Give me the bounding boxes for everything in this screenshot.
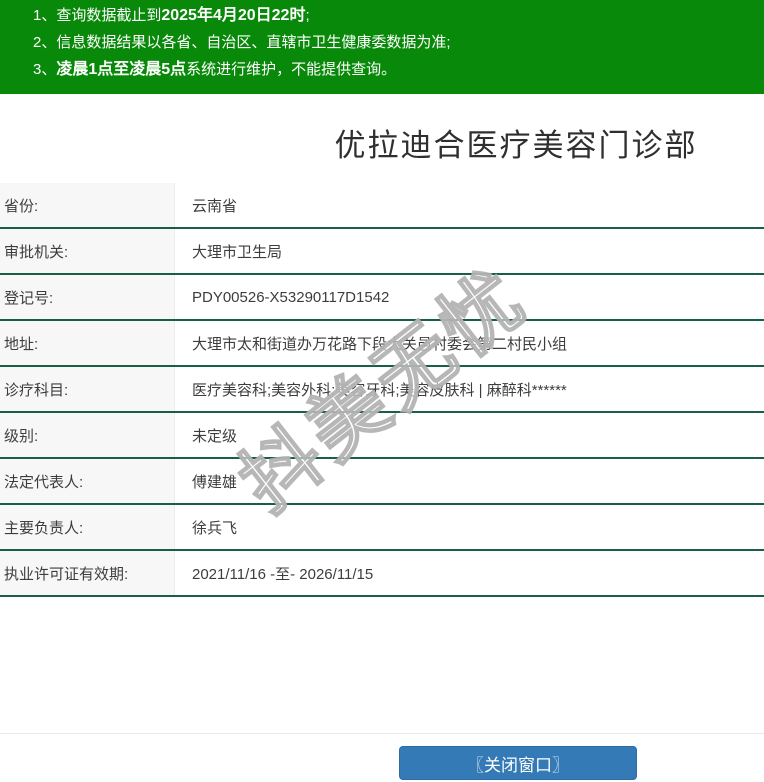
row-value: 大理市卫生局 bbox=[192, 243, 283, 261]
page-title: 优拉迪合医疗美容门诊部 bbox=[334, 128, 698, 163]
notice-3-suffix: 系统进行维护，不能提供查询。 bbox=[186, 61, 397, 78]
row-value: 医疗美容科;美容外科;美容牙科;美容皮肤科 | 麻醉科****** bbox=[192, 381, 567, 399]
row-value: 未定级 bbox=[192, 427, 238, 445]
notice-banner: 1、查询数据截止到2025年4月20日22时; 2、信息数据结果以各省、自治区、… bbox=[0, 0, 764, 94]
table-row-medical-subjects: 诊疗科目: 医疗美容科;美容外科;美容牙科;美容皮肤科 | 麻醉科****** bbox=[0, 367, 764, 413]
notice-1-prefix: 1、 bbox=[33, 7, 57, 24]
query-result-page: 1、查询数据截止到2025年4月20日22时; 2、信息数据结果以各省、自治区、… bbox=[0, 0, 764, 782]
row-label: 主要负责人: bbox=[0, 505, 175, 549]
footer: 〖关闭窗口〗 ©本图由平台注册用户上传 bbox=[0, 734, 764, 782]
row-label: 诊疗科目: bbox=[0, 367, 175, 411]
row-label: 法定代表人: bbox=[0, 459, 175, 503]
table-row-level: 级别: 未定级 bbox=[0, 413, 764, 459]
row-label: 级别: bbox=[0, 413, 175, 457]
table-row-person-in-charge: 主要负责人: 徐兵飞 bbox=[0, 505, 764, 551]
notice-3-bold: 凌晨1点至凌晨5点 bbox=[56, 61, 187, 78]
close-window-button[interactable]: 〖关闭窗口〗 bbox=[399, 746, 637, 780]
notice-3-prefix: 3、 bbox=[33, 61, 57, 78]
info-table: 省份: 云南省 审批机关: 大理市卫生局 登记号: PDY00526-X5329… bbox=[0, 183, 764, 597]
notice-2-prefix: 2、 bbox=[33, 34, 57, 51]
notice-line-2: 2、信息数据结果以各省、自治区、直辖市卫生健康委数据为准; bbox=[33, 29, 754, 56]
row-label: 审批机关: bbox=[0, 229, 175, 273]
row-value: PDY00526-X53290117D1542 bbox=[192, 288, 390, 306]
row-label: 地址: bbox=[0, 321, 175, 365]
notice-line-1: 1、查询数据截止到2025年4月20日22时; bbox=[33, 2, 754, 29]
notice-1-suffix: ; bbox=[305, 7, 310, 24]
notice-2-text: 信息数据结果以各省、自治区、直辖市卫生健康委数据为准; bbox=[56, 34, 451, 51]
row-value: 大理市太和街道办万花路下段大关邑村委会第二村民小组 bbox=[192, 335, 568, 353]
title-section: 优拉迪合医疗美容门诊部 bbox=[0, 94, 764, 183]
row-value: 云南省 bbox=[192, 197, 238, 215]
row-value: 傅建雄 bbox=[192, 473, 238, 491]
row-label: 省份: bbox=[0, 183, 175, 227]
row-value: 徐兵飞 bbox=[192, 519, 238, 537]
row-label: 执业许可证有效期: bbox=[0, 551, 175, 595]
table-row-address: 地址: 大理市太和街道办万花路下段大关邑村委会第二村民小组 bbox=[0, 321, 764, 367]
table-row-province: 省份: 云南省 bbox=[0, 183, 764, 229]
notice-1-text: 查询数据截止到 bbox=[56, 7, 162, 24]
notice-1-bold: 2025年4月20日22时 bbox=[161, 7, 306, 24]
table-row-license-validity: 执业许可证有效期: 2021/11/16 -至- 2026/11/15 bbox=[0, 551, 764, 597]
row-label: 登记号: bbox=[0, 275, 175, 319]
table-row-registration-number: 登记号: PDY00526-X53290117D1542 bbox=[0, 275, 764, 321]
table-row-approval-authority: 审批机关: 大理市卫生局 bbox=[0, 229, 764, 275]
notice-line-3: 3、凌晨1点至凌晨5点系统进行维护，不能提供查询。 bbox=[33, 56, 754, 83]
table-row-legal-representative: 法定代表人: 傅建雄 bbox=[0, 459, 764, 505]
row-value: 2021/11/16 -至- 2026/11/15 bbox=[192, 565, 374, 583]
